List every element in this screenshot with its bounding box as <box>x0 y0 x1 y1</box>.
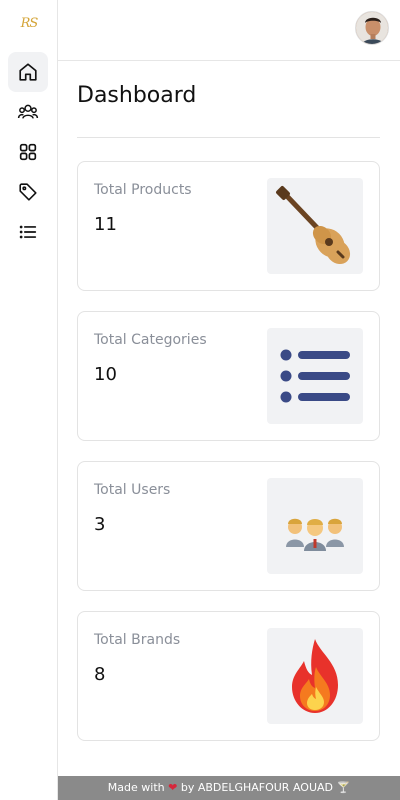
people-icon <box>286 518 344 551</box>
list-icon <box>280 349 350 403</box>
stat-card-categories[interactable]: Total Categories 10 <box>77 311 380 441</box>
stat-card-value: 8 <box>94 664 106 685</box>
stat-card-thumb <box>267 178 363 274</box>
stat-card-brands[interactable]: Total Brands 8 <box>77 611 380 741</box>
glass-icon: 🍸 <box>336 781 351 794</box>
home-icon <box>19 63 37 81</box>
stat-card-label: Total Users <box>94 482 171 498</box>
users-icon <box>17 104 39 119</box>
grid-icon <box>19 143 37 161</box>
user-avatar[interactable] <box>355 11 389 45</box>
footer-author: by ABDELGHAFOUR AOUAD <box>180 781 333 794</box>
tag-icon <box>19 183 37 201</box>
stat-card-value: 3 <box>94 514 106 535</box>
stat-card-label: Total Products <box>94 182 192 198</box>
page-title: Dashboard <box>77 83 197 108</box>
sidebar-item-orders[interactable] <box>8 212 48 252</box>
sidebar-item-home[interactable] <box>8 52 48 92</box>
stat-card-thumb <box>267 328 363 424</box>
stat-card-value: 11 <box>94 214 117 235</box>
list-icon <box>19 225 37 239</box>
sidebar-item-users[interactable] <box>8 92 48 132</box>
stat-card-products[interactable]: Total Products 11 <box>77 161 380 291</box>
stat-card-label: Total Categories <box>94 332 207 348</box>
stat-card-thumb <box>267 478 363 574</box>
stat-card-thumb <box>267 628 363 724</box>
footer: Made with ❤ by ABDELGHAFOUR AOUAD 🍸 <box>58 776 400 800</box>
guitar-icon <box>276 186 351 265</box>
fire-icon <box>292 639 338 713</box>
divider <box>77 137 380 138</box>
sidebar: RS <box>0 0 58 800</box>
app-logo[interactable]: RS <box>14 16 44 36</box>
stat-card-users[interactable]: Total Users 3 <box>77 461 380 591</box>
sidebar-item-brands[interactable] <box>8 172 48 212</box>
topbar <box>58 0 400 61</box>
heart-icon: ❤ <box>168 781 178 794</box>
stat-card-label: Total Brands <box>94 632 181 648</box>
footer-prefix: Made with <box>107 781 165 794</box>
sidebar-item-categories[interactable] <box>8 132 48 172</box>
stat-card-value: 10 <box>94 364 117 385</box>
avatar-image <box>356 12 388 44</box>
